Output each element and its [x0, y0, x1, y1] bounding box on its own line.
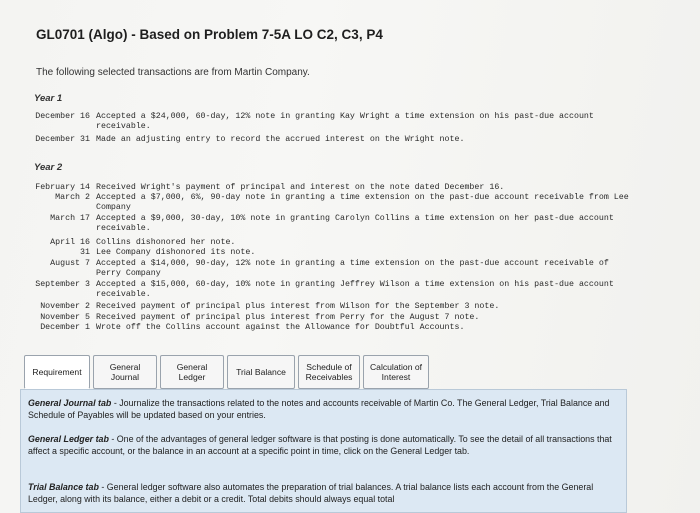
transaction-date: December 1 [40, 323, 90, 332]
transaction-text: Accepted a $15,000, 60-day, 10% note in … [96, 280, 614, 289]
transaction-date: March 2 [55, 193, 90, 202]
tab-general-journal[interactable]: General Journal [93, 355, 157, 389]
transaction-date: 31 [80, 248, 90, 257]
transaction-date: November 2 [40, 302, 90, 311]
transaction-text: Accepted a $24,000, 60-day, 12% note in … [96, 112, 594, 121]
tab-label: Trial Balance [236, 367, 286, 377]
tab-label-line2: Journal [110, 372, 140, 382]
transaction-text: Made an adjusting entry to record the ac… [96, 135, 465, 144]
tab-trial-balance[interactable]: Trial Balance [227, 355, 295, 389]
tab-general-ledger[interactable]: General Ledger [160, 355, 224, 389]
transaction-text-cont: receivable. [96, 224, 151, 233]
tab-label-line2: Receivables [305, 372, 353, 382]
tab-requirement[interactable]: Requirement [24, 355, 90, 389]
transaction-date: April 16 [50, 238, 90, 247]
transaction-text: Accepted a $7,000, 6%, 90-day note in gr… [96, 193, 629, 202]
instruction-trial-balance: Trial Balance tab - General ledger softw… [28, 482, 623, 505]
transaction-text-cont: Perry Company [96, 269, 161, 278]
intro-text: The following selected transactions are … [36, 67, 310, 78]
instructions-panel: General Journal tab - Journalize the tra… [20, 389, 627, 513]
instruction-body: - Journalize the transactions related to… [28, 398, 610, 420]
tab-label: Requirement [32, 367, 82, 377]
transaction-text: Collins dishonored her note. [96, 238, 236, 247]
instruction-body: - One of the advantages of general ledge… [28, 434, 612, 456]
year-1-label: Year 1 [34, 93, 63, 104]
instruction-general-journal: General Journal tab - Journalize the tra… [28, 398, 623, 421]
transaction-text: Received Wright's payment of principal a… [96, 183, 505, 192]
transaction-text: Accepted a $9,000, 30-day, 10% note in g… [96, 214, 614, 223]
tab-label: General [176, 362, 208, 372]
transaction-date: March 17 [50, 214, 90, 223]
tab-label: Schedule of [306, 362, 352, 372]
transaction-text-cont: receivable. [96, 290, 151, 299]
tab-bar: Requirement General Journal General Ledg… [24, 355, 429, 389]
tab-label-line2: Ledger [178, 372, 206, 382]
instruction-body: - General ledger software also automates… [28, 482, 594, 504]
transaction-date: December 31 [35, 135, 90, 144]
tab-label-line2: Interest [381, 372, 411, 382]
year-2-label: Year 2 [34, 162, 63, 173]
instruction-heading: Trial Balance tab [28, 482, 99, 492]
tab-label: General [109, 362, 141, 372]
transaction-text: Received payment of principal plus inter… [96, 302, 500, 311]
transaction-date: August 7 [50, 259, 90, 268]
transaction-date: November 5 [40, 313, 90, 322]
instruction-general-ledger: General Ledger tab - One of the advantag… [28, 434, 623, 457]
transaction-text: Wrote off the Collins account against th… [96, 323, 465, 332]
page-title: GL0701 (Algo) - Based on Problem 7-5A LO… [36, 27, 383, 42]
transaction-text-cont: receivable. [96, 122, 151, 131]
transaction-text: Lee Company dishonored its note. [96, 248, 256, 257]
instruction-heading: General Ledger tab [28, 434, 109, 444]
tab-calculation-of-interest[interactable]: Calculation of Interest [363, 355, 429, 389]
tab-schedule-of-receivables[interactable]: Schedule of Receivables [298, 355, 360, 389]
transaction-text: Received payment of principal plus inter… [96, 313, 480, 322]
problem-page: GL0701 (Algo) - Based on Problem 7-5A LO… [0, 0, 700, 513]
transaction-text: Accepted a $14,000, 90-day, 12% note in … [96, 259, 609, 268]
tab-label: Calculation of [369, 362, 423, 372]
transaction-text-cont: Company [96, 203, 131, 212]
transaction-date: September 3 [35, 280, 90, 289]
instruction-heading: General Journal tab [28, 398, 112, 408]
transaction-date: December 16 [35, 112, 90, 121]
transaction-date: February 14 [35, 183, 90, 192]
